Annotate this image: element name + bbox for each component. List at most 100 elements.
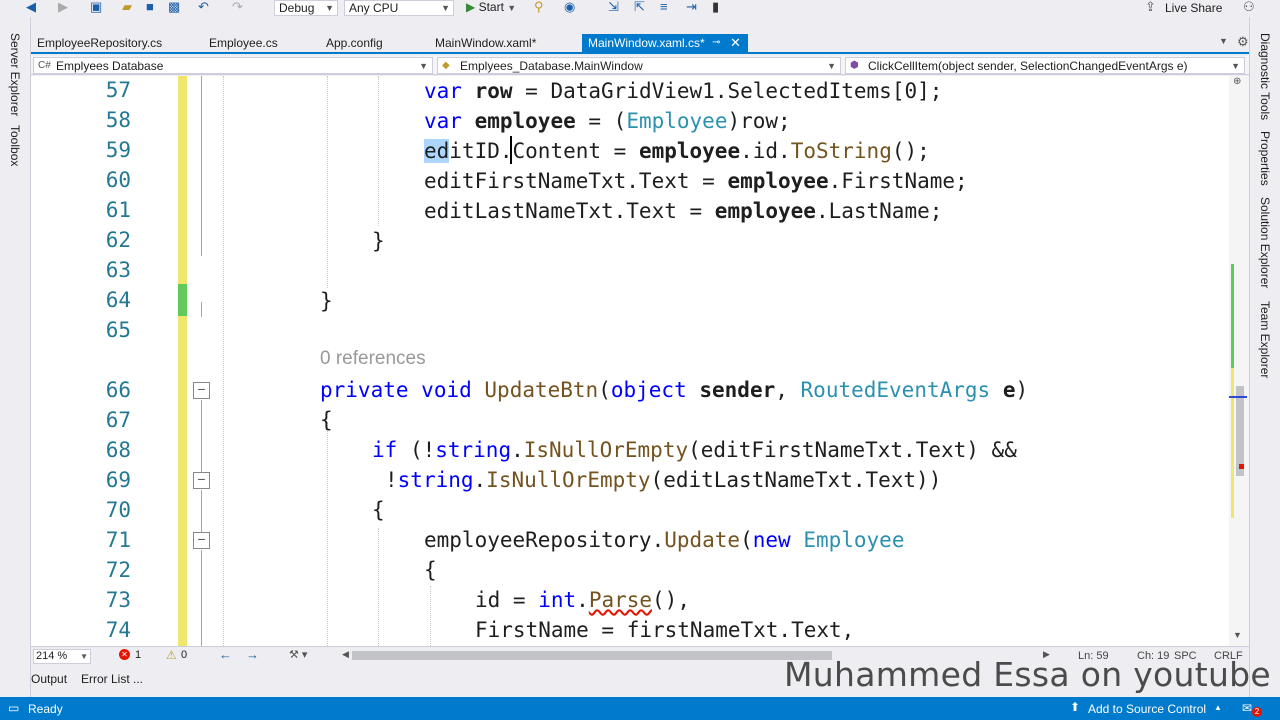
codelens-references[interactable]: 0 references bbox=[320, 348, 426, 370]
collapse-icon[interactable]: − bbox=[193, 472, 210, 489]
step-into-icon[interactable]: ⇲ bbox=[608, 0, 619, 15]
vertical-scrollbar[interactable]: ⊕ ▼ bbox=[1229, 76, 1249, 646]
align-icon[interactable]: ≡ bbox=[660, 0, 668, 15]
line-number: 68 bbox=[105, 438, 131, 462]
code-line-59: editID.Content = employee.id.ToString(); bbox=[424, 139, 930, 163]
collapse-icon[interactable]: − bbox=[193, 532, 210, 549]
open-folder-icon[interactable]: ▰ bbox=[122, 0, 132, 15]
diagnostic-tools-tab[interactable]: Diagnostic Tools bbox=[1258, 33, 1272, 120]
chevron-up-icon: ▲ bbox=[1214, 703, 1222, 712]
warning-icon[interactable]: ⚠ bbox=[166, 648, 177, 662]
bookmark-icon[interactable]: ▮ bbox=[712, 0, 719, 15]
toolbox-tab[interactable]: Toolbox bbox=[8, 125, 22, 166]
chevron-down-icon[interactable]: ▼ bbox=[1219, 36, 1228, 46]
document-tab-strip: EmployeeRepository.cs Employee.cs App.co… bbox=[31, 34, 1249, 54]
indent-icon[interactable]: ⇥ bbox=[686, 0, 697, 15]
code-line-69: !string.IsNullOrEmpty(editLastNameTxt.Te… bbox=[385, 468, 942, 492]
line-number: 74 bbox=[105, 618, 131, 642]
tab-label: App.config bbox=[326, 36, 383, 50]
next-issue-icon[interactable]: → bbox=[246, 647, 259, 662]
scroll-down-icon[interactable]: ▼ bbox=[1233, 630, 1242, 640]
tab-mainwindow-xaml-cs[interactable]: MainWindow.xaml.cs* ⊸ ✕ bbox=[582, 34, 748, 52]
save-icon[interactable]: ■ bbox=[146, 0, 154, 15]
tab-mainwindow-xaml[interactable]: MainWindow.xaml* bbox=[429, 34, 542, 52]
solution-explorer-tab[interactable]: Solution Explorer bbox=[1258, 197, 1272, 288]
line-number: 62 bbox=[105, 228, 131, 252]
undo-icon[interactable]: ↶ bbox=[198, 0, 209, 15]
class-icon: ◆ bbox=[442, 60, 450, 71]
gear-icon[interactable]: ⚙ bbox=[1237, 34, 1249, 50]
start-label: Start bbox=[478, 0, 504, 14]
code-line-71: employeeRepository.Update(new Employee bbox=[424, 528, 905, 552]
close-icon[interactable]: ✕ bbox=[730, 34, 741, 52]
horizontal-scrollbar-thumb[interactable] bbox=[352, 651, 832, 660]
chevron-down-icon: ▼ bbox=[827, 61, 836, 71]
tab-app-config[interactable]: App.config bbox=[320, 34, 389, 52]
tab-label: Employee.cs bbox=[209, 36, 278, 50]
find-icon[interactable]: ⚲ bbox=[534, 0, 544, 15]
platform-select[interactable]: Any CPU ▼ bbox=[344, 0, 454, 16]
scroll-left-icon[interactable]: ◀ bbox=[342, 649, 349, 660]
notification-badge: 2 bbox=[1252, 707, 1262, 717]
pin-icon[interactable]: ⊸ bbox=[712, 34, 720, 52]
text-cursor bbox=[510, 136, 512, 164]
error-count[interactable]: 1 bbox=[135, 649, 141, 661]
save-all-icon[interactable]: ▩ bbox=[168, 0, 180, 15]
add-to-source-control-button[interactable]: Add to Source Control bbox=[1088, 702, 1206, 716]
watermark-text: Muhammed Essa on youtube bbox=[784, 655, 1272, 694]
code-line-60: editFirstNameTxt.Text = employee.FirstNa… bbox=[424, 169, 968, 193]
code-line-67: { bbox=[320, 408, 333, 432]
forward-icon[interactable]: ▶ bbox=[58, 0, 68, 15]
line-number: 59 bbox=[105, 138, 131, 162]
split-icon[interactable]: ⊕ bbox=[1233, 76, 1241, 87]
indent-guide bbox=[327, 422, 328, 646]
error-icon[interactable]: ✕ bbox=[119, 649, 130, 660]
properties-tab[interactable]: Properties bbox=[1258, 131, 1272, 186]
step-over-icon[interactable]: ⇱ bbox=[634, 0, 645, 15]
previous-issue-icon[interactable]: ← bbox=[219, 647, 232, 662]
play-icon: ▶ bbox=[466, 0, 476, 14]
class-select[interactable]: ◆ Emplyees_Database.MainWindow ▼ bbox=[437, 57, 841, 74]
tab-employee-repository[interactable]: EmployeeRepository.cs bbox=[31, 34, 168, 52]
code-line-61: editLastNameTxt.Text = employee.LastName… bbox=[424, 199, 943, 223]
start-button[interactable]: ▶ Start ▼ bbox=[466, 0, 516, 16]
indent-guide bbox=[378, 76, 379, 226]
tab-employee[interactable]: Employee.cs bbox=[203, 34, 284, 52]
indent-guide bbox=[223, 76, 224, 646]
error-list-tab[interactable]: Error List ... bbox=[81, 672, 143, 686]
chevron-down-icon: ▼ bbox=[507, 3, 517, 13]
live-share-icon[interactable]: ⇪ bbox=[1145, 0, 1156, 15]
back-icon[interactable]: ◀ bbox=[26, 0, 36, 15]
code-editor[interactable]: 57 58 59 60 61 62 63 64 65 66 67 68 69 7… bbox=[31, 76, 1229, 646]
line-number: 66 bbox=[105, 378, 131, 402]
code-line-62: } bbox=[372, 229, 385, 253]
line-number-gutter: 57 58 59 60 61 62 63 64 65 66 67 68 69 7… bbox=[31, 76, 141, 646]
configuration-select[interactable]: Debug ▼ bbox=[274, 0, 338, 16]
zoom-select[interactable]: 214 % ▼ bbox=[33, 649, 91, 664]
warning-count[interactable]: 0 bbox=[181, 649, 187, 661]
line-number: 67 bbox=[105, 408, 131, 432]
code-line-57: var row = DataGridView1.SelectedItems[0]… bbox=[424, 79, 943, 103]
screenshot-icon[interactable]: ◉ bbox=[564, 0, 575, 15]
scrollbar-thumb[interactable] bbox=[1236, 386, 1244, 476]
account-icon[interactable]: ⚇ bbox=[1243, 0, 1255, 15]
project-select[interactable]: C# Emplyees Database ▼ bbox=[33, 57, 433, 74]
output-tab[interactable]: Output bbox=[31, 672, 67, 686]
team-explorer-tab[interactable]: Team Explorer bbox=[1258, 301, 1272, 378]
new-project-icon[interactable]: ▣ bbox=[90, 0, 102, 15]
redo-icon[interactable]: ↷ bbox=[232, 0, 243, 15]
live-share-button[interactable]: Live Share bbox=[1165, 1, 1222, 15]
status-text: Ready bbox=[28, 702, 63, 716]
scroll-change-marker bbox=[1231, 368, 1234, 518]
line-number: 64 bbox=[105, 288, 131, 312]
server-explorer-tab[interactable]: Server Explorer bbox=[8, 33, 22, 116]
code-cleanup-icon[interactable]: ⚒ ▾ bbox=[289, 648, 307, 661]
csharp-icon: C# bbox=[38, 60, 51, 71]
member-select[interactable]: ⬢ ClickCellItem(object sender, Selection… bbox=[845, 57, 1245, 74]
platform-label: Any CPU bbox=[349, 1, 399, 15]
notifications-icon[interactable]: ✉ bbox=[1242, 701, 1252, 715]
ready-icon: ▭ bbox=[8, 701, 20, 715]
collapse-icon[interactable]: − bbox=[193, 382, 210, 399]
chevron-down-icon: ▼ bbox=[325, 3, 334, 13]
outline-line bbox=[201, 400, 202, 472]
